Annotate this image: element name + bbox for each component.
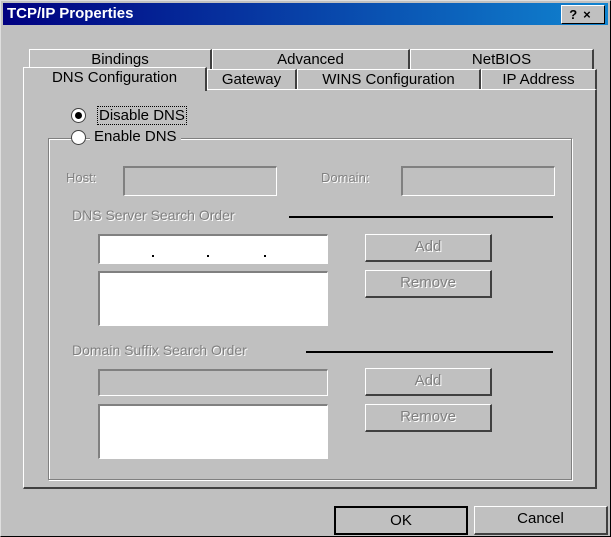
- enable-dns-label[interactable]: Enable DNS: [90, 128, 181, 145]
- tab-dns-configuration[interactable]: DNS Configuration: [23, 67, 207, 91]
- remove-dns-server-button[interactable]: Remove: [365, 270, 492, 298]
- host-field[interactable]: [123, 166, 277, 196]
- title-bar[interactable]: TCP/IP Properties ?×: [3, 3, 608, 25]
- host-label: Host:: [66, 170, 97, 185]
- add-dns-server-button[interactable]: Add: [365, 234, 492, 262]
- dns-server-separator: [289, 216, 553, 218]
- dns-configuration-panel: Disable DNS Enable DNS Host: Domain: DNS…: [23, 89, 597, 489]
- domain-suffix-field[interactable]: [98, 369, 328, 396]
- title-buttons: ?×: [561, 5, 605, 24]
- ok-button[interactable]: OK: [334, 506, 468, 535]
- tcpip-properties-dialog: TCP/IP Properties ?× Bindings Advanced N…: [0, 0, 611, 537]
- disable-dns-label[interactable]: Disable DNS: [97, 106, 187, 125]
- domain-label: Domain:: [321, 170, 370, 185]
- window-title: TCP/IP Properties: [7, 5, 134, 22]
- dns-server-ip-field[interactable]: [98, 234, 328, 264]
- tab-gateway[interactable]: Gateway: [207, 69, 297, 90]
- dns-server-list[interactable]: [98, 271, 328, 326]
- close-icon[interactable]: ×: [583, 7, 597, 22]
- ip-dot: [264, 255, 266, 257]
- domain-suffix-separator: [306, 351, 553, 353]
- help-icon[interactable]: ?: [569, 7, 583, 22]
- domain-suffix-list[interactable]: [98, 404, 328, 459]
- enable-dns-radio[interactable]: [71, 130, 86, 145]
- tab-ip-address[interactable]: IP Address: [481, 69, 597, 90]
- remove-domain-suffix-button[interactable]: Remove: [365, 404, 492, 432]
- domain-field[interactable]: [401, 166, 555, 196]
- ip-dot: [152, 255, 154, 257]
- cancel-button[interactable]: Cancel: [474, 506, 608, 535]
- add-domain-suffix-button[interactable]: Add: [365, 368, 492, 396]
- dns-server-order-label: DNS Server Search Order: [72, 207, 235, 223]
- tab-netbios[interactable]: NetBIOS: [410, 49, 594, 71]
- disable-dns-radio[interactable]: [71, 108, 86, 123]
- tab-advanced[interactable]: Advanced: [212, 49, 410, 71]
- ip-dot: [207, 255, 209, 257]
- domain-suffix-order-label: Domain Suffix Search Order: [72, 342, 247, 358]
- tab-wins-configuration[interactable]: WINS Configuration: [297, 69, 481, 90]
